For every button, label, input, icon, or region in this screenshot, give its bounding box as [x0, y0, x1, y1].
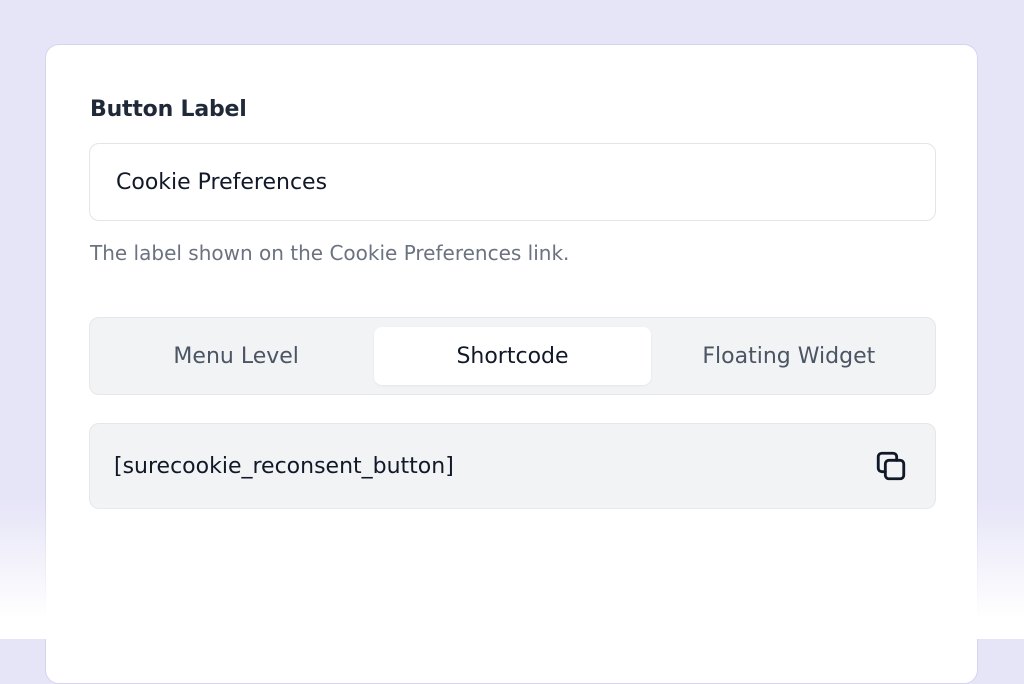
copy-button[interactable]: [871, 446, 911, 486]
copy-icon: [876, 451, 906, 481]
tab-shortcode[interactable]: Shortcode: [374, 327, 651, 385]
button-label-heading: Button Label: [90, 97, 247, 122]
tab-floating-widget[interactable]: Floating Widget: [651, 327, 927, 385]
settings-card: Button Label The label shown on the Cook…: [45, 44, 978, 684]
shortcode-box: [surecookie_reconsent_button]: [89, 423, 936, 509]
button-label-help-text: The label shown on the Cookie Preference…: [90, 241, 570, 265]
display-type-tabs: Menu Level Shortcode Floating Widget: [89, 317, 936, 395]
shortcode-text: [surecookie_reconsent_button]: [114, 453, 454, 479]
tab-menu-level[interactable]: Menu Level: [98, 327, 374, 385]
button-label-input[interactable]: [89, 143, 936, 221]
